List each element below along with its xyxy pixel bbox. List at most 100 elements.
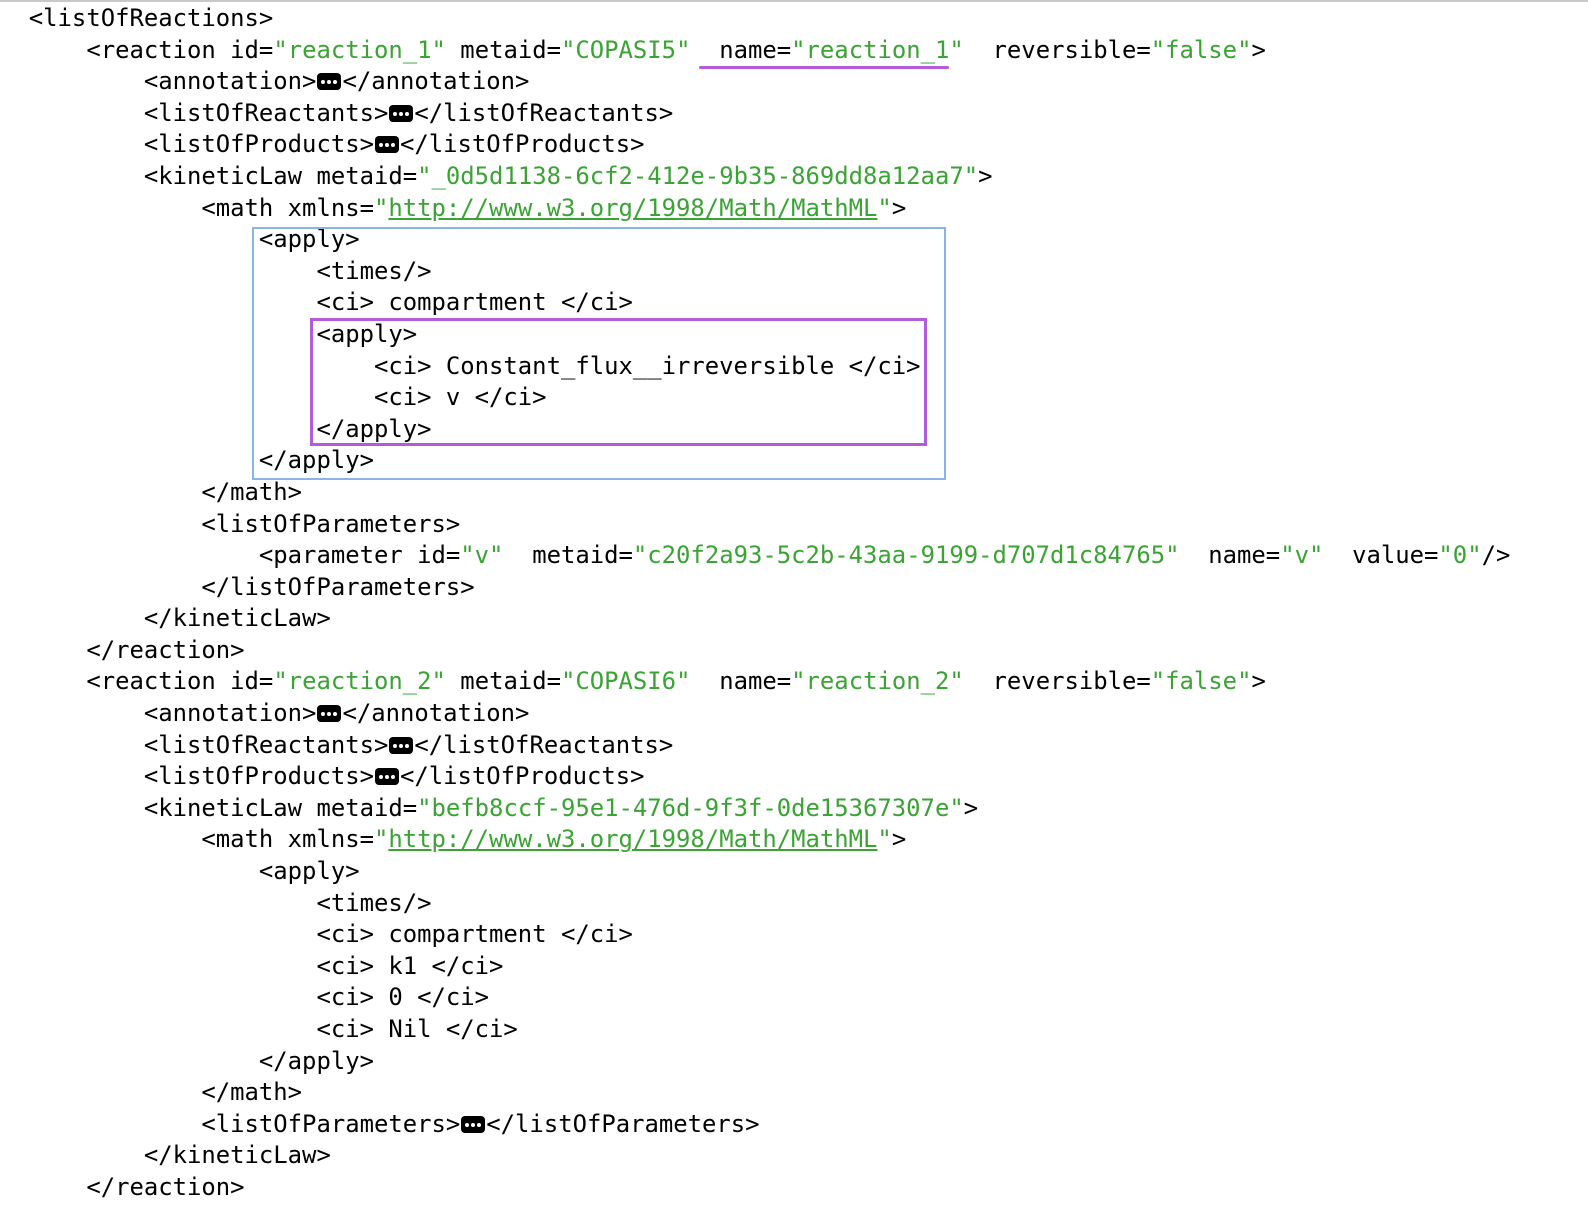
- quote: ": [373, 825, 389, 854]
- attr-value: "COPASI5": [561, 35, 691, 64]
- code-line: <ci> Nil </ci>: [0, 1014, 1510, 1046]
- tag: <ci> k1 </ci>: [316, 951, 504, 980]
- tag: </listOfProducts>: [399, 130, 645, 159]
- tag: <listOfProducts>: [143, 130, 374, 159]
- ellipsis-icon[interactable]: [317, 705, 342, 723]
- code-line: </reaction>: [0, 1172, 1510, 1204]
- code-line: <annotation> </annotation>: [0, 66, 1510, 98]
- attr-key: reversible=: [978, 35, 1151, 64]
- tag: <ci> 0 </ci>: [316, 983, 490, 1012]
- tag: <ci> compartment </ci>: [316, 920, 633, 949]
- ellipsis-icon[interactable]: [317, 73, 342, 91]
- tag: </listOfReactants>: [414, 730, 674, 759]
- tag: </kineticLaw>: [143, 1141, 331, 1170]
- tag-end: >: [891, 193, 907, 222]
- code-line: <times/>: [0, 888, 1510, 920]
- tag-end: />: [1481, 541, 1511, 570]
- list-of-reactions-open: <listOfReactions>: [28, 4, 274, 32]
- attr-key: value=: [1337, 541, 1439, 570]
- attr-value: "COPASI6": [561, 667, 691, 696]
- code-line: <listOfParameters>: [0, 509, 1510, 541]
- tag: <listOfReactants>: [143, 730, 389, 759]
- code-line: <ci> 0 </ci>: [0, 982, 1510, 1014]
- tag-end: >: [1251, 667, 1266, 696]
- tag: <math xmlns=: [201, 825, 374, 854]
- tag: <listOfParameters>: [201, 509, 461, 538]
- tag: <reaction: [86, 35, 231, 64]
- code-line: <listOfReactants> </listOfReactants>: [0, 98, 1510, 130]
- attr-key: metaid=: [445, 35, 561, 64]
- tag: <kineticLaw metaid=: [143, 161, 418, 190]
- tag: <kineticLaw metaid=: [143, 793, 418, 822]
- inner-apply-highlight-box: [310, 318, 927, 446]
- reaction-1-open-line: <reaction id="reaction_1" metaid="COPASI…: [0, 35, 1510, 67]
- attr-value: "c20f2a93-5c2b-43aa-9199-d707d1c84765": [632, 541, 1180, 570]
- reaction-2-open-line: <reaction id="reaction_2" metaid="COPASI…: [0, 666, 1510, 698]
- code-line: <listOfReactions>: [0, 3, 1510, 35]
- tag: </reaction>: [86, 635, 245, 664]
- code-line: <math xmlns="http://www.w3.org/1998/Math…: [0, 193, 1510, 225]
- attr-value: "v": [460, 541, 504, 570]
- xml-code-view: <listOfReactions> <reaction id="reaction…: [0, 3, 1511, 1204]
- attr-value: "_0d5d1138-6cf2-412e-9b35-869dd8a12aa7": [417, 161, 979, 190]
- ellipsis-icon[interactable]: [374, 768, 399, 786]
- attr-value: "false": [1150, 35, 1252, 64]
- attr-value: "reaction_2": [791, 667, 964, 696]
- tag: <math xmlns=: [201, 193, 374, 222]
- tag: <annotation>: [143, 67, 317, 96]
- ellipsis-icon[interactable]: [389, 736, 414, 754]
- tag: </reaction>: [86, 1172, 245, 1201]
- code-line: </listOfParameters>: [0, 572, 1510, 604]
- attr-key: name=: [704, 667, 792, 696]
- tag: </math>: [201, 1078, 303, 1107]
- tag: </listOfProducts>: [399, 762, 645, 791]
- attr-key: reversible=: [978, 667, 1151, 696]
- code-line: <kineticLaw metaid="befb8ccf-95e1-476d-9…: [0, 793, 1510, 825]
- tag-end: >: [891, 825, 907, 854]
- tag: <annotation>: [143, 699, 317, 728]
- code-line: <ci> compartment </ci>: [0, 919, 1510, 951]
- tag-end: >: [963, 793, 979, 822]
- attr-key: id=: [230, 35, 274, 64]
- mathml-link[interactable]: http://www.w3.org/1998/Math/MathML: [388, 825, 877, 853]
- attr-key: id=: [230, 667, 274, 696]
- code-line: <parameter id="v" metaid="c20f2a93-5c2b-…: [0, 540, 1510, 572]
- tag: </listOfParameters>: [201, 572, 475, 601]
- ellipsis-icon[interactable]: [461, 1115, 486, 1133]
- ellipsis-icon[interactable]: [374, 136, 399, 154]
- code-line: </math>: [0, 1077, 1510, 1109]
- tag: </math>: [201, 477, 303, 506]
- quote: ": [373, 193, 389, 222]
- tag: <listOfProducts>: [143, 762, 374, 791]
- tag-end: >: [1251, 35, 1266, 64]
- code-line: <apply>: [0, 856, 1510, 888]
- tag: </listOfReactants>: [414, 98, 674, 127]
- attr-key: metaid=: [445, 667, 561, 696]
- code-line: <math xmlns="http://www.w3.org/1998/Math…: [0, 824, 1510, 856]
- name-attribute-underline: [699, 66, 949, 69]
- mathml-link[interactable]: http://www.w3.org/1998/Math/MathML: [388, 194, 877, 222]
- tag: <ci> Nil </ci>: [316, 1015, 518, 1043]
- code-line: </math>: [0, 477, 1510, 509]
- ellipsis-icon[interactable]: [389, 104, 414, 122]
- attr-value: "false": [1150, 667, 1252, 696]
- attr-key: name=: [1193, 541, 1281, 570]
- tag-end: >: [978, 161, 993, 190]
- code-line: <listOfProducts> </listOfProducts>: [0, 761, 1510, 793]
- tag: <apply>: [258, 857, 360, 886]
- tag: <listOfReactants>: [143, 98, 389, 127]
- attr-value: "reaction_2": [273, 667, 446, 696]
- code-line: <listOfReactants> </listOfReactants>: [0, 730, 1510, 762]
- attr-value: "reaction_1": [791, 35, 964, 64]
- quote: ": [877, 825, 892, 854]
- attr-value: "0": [1438, 541, 1482, 570]
- code-line: <ci> k1 </ci>: [0, 951, 1510, 983]
- tag: </listOfParameters>: [486, 1109, 760, 1138]
- code-line: </apply>: [0, 1046, 1510, 1078]
- tag: </kineticLaw>: [143, 604, 331, 633]
- code-line: <kineticLaw metaid="_0d5d1138-6cf2-412e-…: [0, 161, 1510, 193]
- attr-key: metaid=: [517, 541, 633, 570]
- tag: <reaction: [86, 667, 231, 696]
- attr-value: "reaction_1": [273, 35, 446, 64]
- attr-value: "befb8ccf-95e1-476d-9f3f-0de15367307e": [417, 793, 964, 822]
